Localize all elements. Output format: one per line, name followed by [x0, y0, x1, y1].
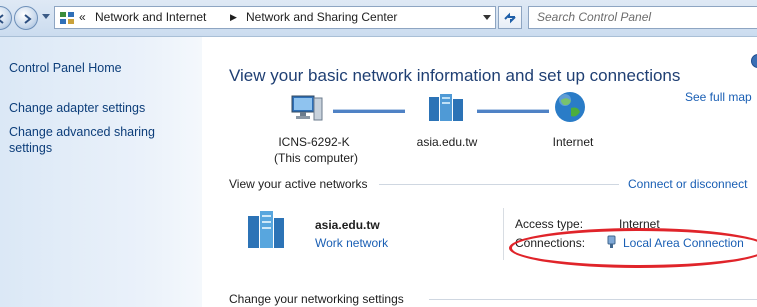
column-divider [503, 208, 504, 260]
domain-network-icon [429, 94, 463, 121]
work-network-icon [248, 211, 284, 248]
node-domain-name: asia.edu.tw [416, 135, 478, 149]
back-button[interactable] [0, 6, 12, 30]
breadcrumb-separator-icon[interactable]: ▶ [230, 7, 237, 28]
breadcrumb-network-sharing-center[interactable]: Network and Sharing Center [246, 7, 397, 28]
see-full-map-link[interactable]: See full map [685, 90, 752, 104]
network-type-link[interactable]: Work network [315, 236, 388, 250]
forward-arrow-icon [24, 14, 32, 24]
map-link-line [333, 109, 405, 113]
back-arrow-icon [0, 14, 4, 24]
node-computer-name: ICNS-6292-K [278, 135, 350, 149]
map-link-line [477, 109, 549, 113]
globe-icon [555, 92, 585, 122]
section-divider [379, 184, 619, 185]
forward-button[interactable] [14, 6, 38, 30]
breadcrumb-overflow[interactable]: « [79, 7, 86, 28]
main-content: View your basic network information and … [202, 37, 757, 307]
address-dropdown-icon[interactable] [483, 15, 491, 20]
page-title: View your basic network information and … [229, 66, 681, 85]
network-name: asia.edu.tw [315, 218, 380, 232]
node-computer-sub: (This computer) [274, 151, 359, 165]
node-internet-name: Internet [552, 135, 594, 149]
recent-pages-dropdown[interactable] [42, 14, 50, 19]
search-input[interactable]: Search Control Panel [528, 6, 757, 29]
connect-or-disconnect-link[interactable]: Connect or disconnect [628, 177, 747, 191]
refresh-button[interactable] [498, 6, 522, 29]
address-field[interactable]: « Network and Internet ▶ Network and Sha… [54, 6, 496, 29]
computer-icon [291, 95, 323, 121]
control-panel-icon [60, 12, 74, 24]
red-highlight-ellipse [509, 228, 757, 268]
sidebar-item-control-panel-home[interactable]: Control Panel Home [9, 60, 122, 76]
access-type-label: Access type: [515, 217, 584, 231]
breadcrumb-network-and-internet[interactable]: Network and Internet [95, 7, 206, 28]
refresh-icon [504, 12, 516, 24]
help-icon[interactable] [751, 54, 757, 68]
sidebar: Control Panel Home Change adapter settin… [0, 37, 202, 307]
sidebar-item-change-advanced-sharing[interactable]: Change advanced sharing settings [9, 124, 189, 156]
section-divider [429, 299, 757, 300]
active-networks-heading: View your active networks [229, 177, 368, 191]
sidebar-item-change-adapter-settings[interactable]: Change adapter settings [9, 100, 145, 116]
change-settings-heading: Change your networking settings [229, 292, 404, 306]
address-toolbar: « Network and Internet ▶ Network and Sha… [0, 0, 757, 37]
